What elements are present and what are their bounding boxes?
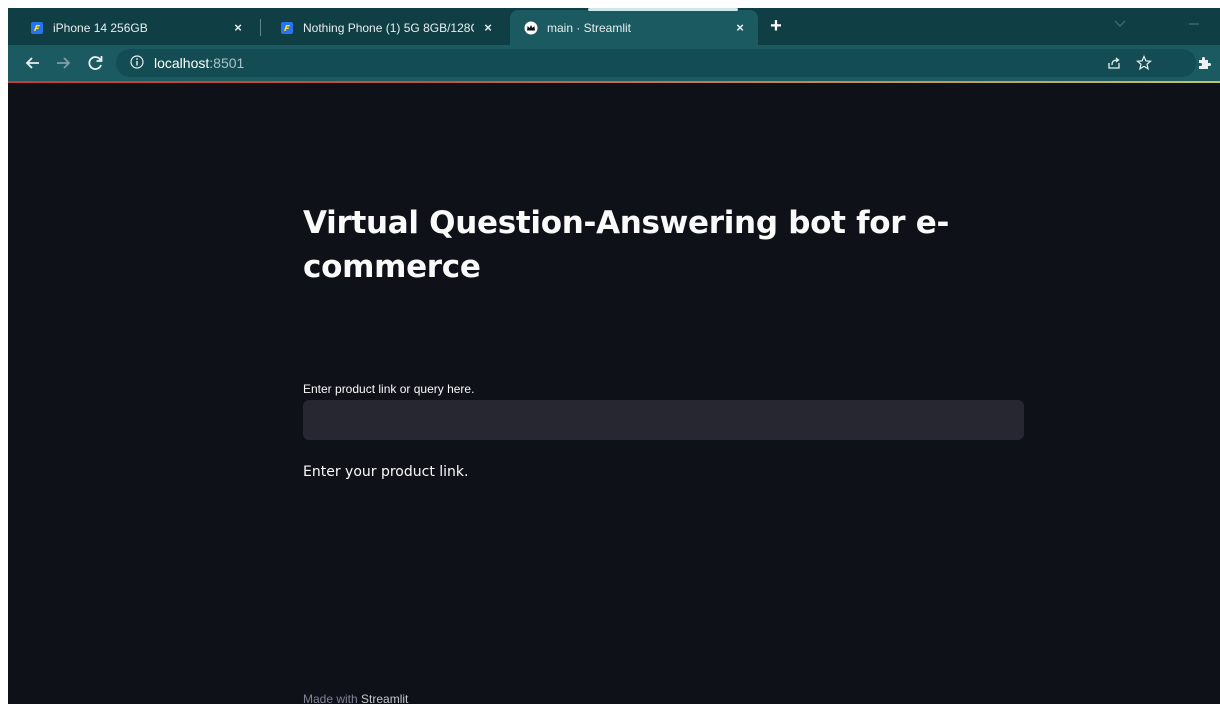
info-icon[interactable] (130, 55, 144, 69)
address-bar[interactable]: localhost:8501 (116, 49, 1196, 77)
url-host: localhost (154, 55, 210, 71)
flipkart-icon (281, 21, 293, 34)
tab-separator (260, 19, 261, 36)
footer: Made with Streamlit (303, 692, 408, 704)
browser-toolbar: localhost:8501 (8, 45, 1220, 81)
input-label: Enter product link or query here. (303, 382, 475, 396)
tab-strip: iPhone 14 256GB × Nothing Phone (1) 5G 8… (8, 8, 1220, 45)
minimize-icon[interactable] (1188, 22, 1200, 26)
back-arrow-icon[interactable] (22, 52, 44, 74)
tab-iphone[interactable]: iPhone 14 256GB × (16, 10, 256, 45)
bookmark-star-icon[interactable] (1136, 55, 1152, 71)
url-text: localhost:8501 (154, 55, 244, 71)
tab-streamlit-main[interactable]: main · Streamlit × (510, 8, 758, 45)
product-link-input[interactable] (303, 400, 1024, 440)
footer-prefix: Made with (303, 692, 362, 704)
tab-title: Nothing Phone (1) 5G 8GB/128GB (303, 20, 474, 35)
streamlit-crown-icon (524, 21, 538, 34)
tab-nothing-phone[interactable]: Nothing Phone (1) 5G 8GB/128GB × (266, 10, 506, 45)
browser-window: iPhone 14 256GB × Nothing Phone (1) 5G 8… (8, 8, 1220, 704)
url-port: :8501 (209, 55, 245, 71)
page-title: Virtual Question-Answering bot for e-com… (303, 205, 950, 285)
reload-icon[interactable] (84, 52, 106, 74)
forward-arrow-icon[interactable] (52, 52, 74, 74)
tab-close-icon[interactable]: × (732, 20, 748, 35)
share-icon[interactable] (1106, 55, 1122, 71)
tab-title: main · Streamlit (547, 20, 632, 35)
tab-close-icon[interactable]: × (480, 20, 496, 35)
streamlit-header-decoration (8, 81, 1220, 83)
extensions-puzzle-icon[interactable] (1196, 55, 1212, 71)
hint-text: Enter your product link. (303, 464, 469, 480)
flipkart-icon (31, 21, 43, 34)
tab-title: iPhone 14 256GB (53, 20, 148, 35)
tab-close-icon[interactable]: × (230, 20, 246, 35)
footer-streamlit-link[interactable]: Streamlit (361, 692, 408, 704)
chevron-down-icon[interactable] (1114, 20, 1126, 28)
new-tab-button[interactable]: + (766, 16, 786, 36)
